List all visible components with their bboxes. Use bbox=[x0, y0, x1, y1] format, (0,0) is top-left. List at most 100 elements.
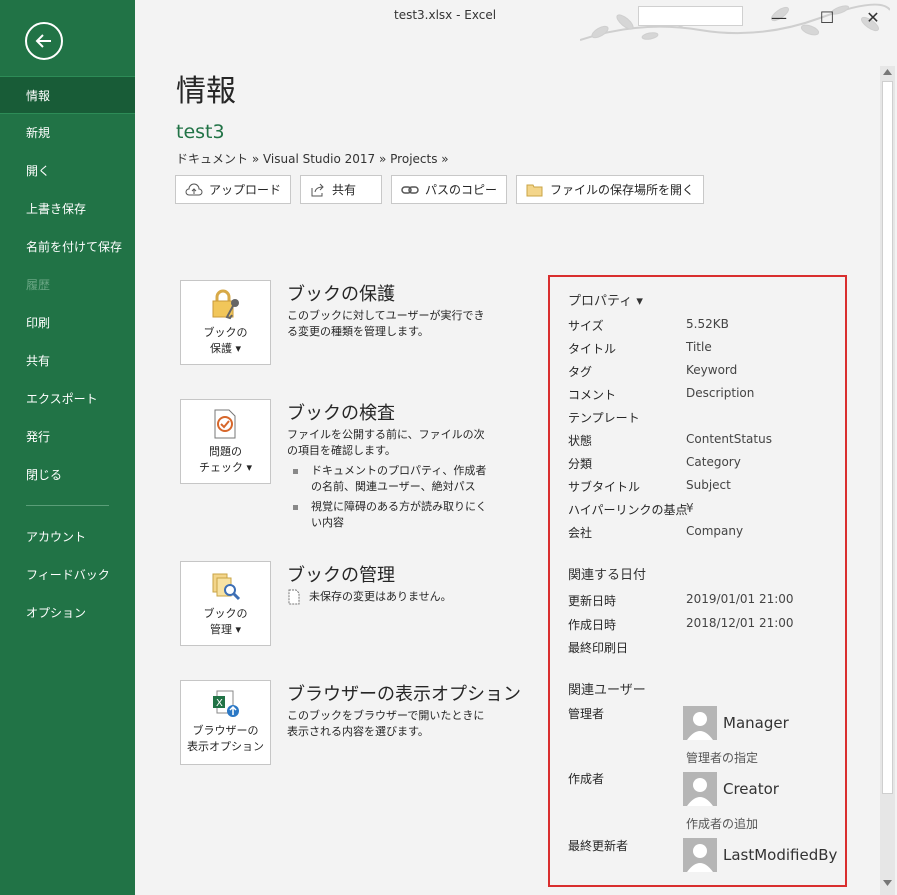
account-name-box[interactable] bbox=[638, 6, 743, 26]
nav-divider bbox=[26, 505, 109, 506]
author-name: Creator bbox=[723, 780, 779, 798]
inspect-button-line1: 問題の bbox=[209, 445, 242, 458]
properties-dropdown[interactable]: プロパティ ▾ bbox=[568, 290, 643, 309]
manage-title: ブックの管理 bbox=[287, 565, 395, 586]
property-value[interactable]: Title bbox=[686, 340, 712, 354]
link-icon bbox=[401, 185, 419, 194]
inspect-title: ブックの検査 bbox=[287, 403, 395, 424]
assign-manager-link[interactable]: 管理者の指定 bbox=[686, 749, 758, 766]
scroll-thumb[interactable] bbox=[882, 81, 893, 794]
nav-feedback[interactable]: フィードバック bbox=[0, 556, 135, 594]
manage-button-line2: 管理 ▾ bbox=[209, 623, 242, 636]
inspect-document-icon bbox=[214, 409, 235, 439]
minimize-button[interactable]: — bbox=[767, 6, 791, 28]
share-label: 共有 bbox=[332, 183, 357, 197]
backstage-sidebar: 情報 新規 開く 上書き保存 名前を付けて保存 履歴 印刷 共有 エクスポート … bbox=[0, 0, 135, 895]
nav-new[interactable]: 新規 bbox=[0, 114, 135, 152]
back-button[interactable] bbox=[25, 22, 63, 60]
lock-key-icon bbox=[212, 289, 239, 320]
properties-panel: プロパティ ▾ サイズ 5.52KB タイトル Title タグ Keyword… bbox=[548, 275, 847, 887]
title-bar: test3.xlsx - Excel — ☐ ✕ bbox=[135, 0, 897, 41]
page-title: 情報 bbox=[176, 74, 236, 109]
nav-print[interactable]: 印刷 bbox=[0, 304, 135, 342]
property-value[interactable]: Company bbox=[686, 524, 743, 538]
file-name: test3 bbox=[176, 121, 225, 143]
property-value: 5.52KB bbox=[686, 317, 729, 331]
document-status-icon bbox=[288, 589, 300, 605]
author-key: 作成者 bbox=[568, 772, 605, 786]
last-modified-user[interactable]: LastModifiedBy bbox=[683, 838, 837, 872]
nav-share[interactable]: 共有 bbox=[0, 342, 135, 380]
copy-path-button[interactable]: パスのコピー bbox=[391, 175, 508, 204]
person-icon bbox=[683, 772, 717, 806]
nav-account[interactable]: アカウント bbox=[0, 518, 135, 556]
nav-save[interactable]: 上書き保存 bbox=[0, 190, 135, 228]
upload-button[interactable]: アップロード bbox=[175, 175, 292, 204]
manager-avatar bbox=[683, 706, 717, 740]
related-people-header: 関連ユーザー bbox=[568, 683, 646, 698]
nav-export[interactable]: エクスポート bbox=[0, 380, 135, 418]
property-key: タイトル bbox=[568, 342, 617, 356]
copy-path-label: パスのコピー bbox=[425, 183, 498, 197]
nav-info[interactable]: 情報 bbox=[0, 76, 135, 114]
scroll-up-icon[interactable] bbox=[883, 69, 892, 75]
check-issues-button[interactable]: 問題の チェック ▾ bbox=[180, 399, 271, 484]
protect-workbook-button[interactable]: ブックの 保護 ▾ bbox=[180, 280, 271, 365]
scroll-down-icon[interactable] bbox=[883, 880, 892, 886]
property-key: コメント bbox=[568, 388, 617, 402]
add-author-link[interactable]: 作成者の追加 bbox=[686, 815, 758, 832]
nav-close[interactable]: 閉じる bbox=[0, 456, 135, 494]
property-value[interactable]: Description bbox=[686, 386, 754, 400]
inspect-bullet-properties: ドキュメントのプロパティ、作成者の名前、関連ユーザー、絶対パス bbox=[287, 463, 492, 495]
upload-label: アップロード bbox=[209, 183, 282, 197]
property-value[interactable]: ¥ bbox=[686, 501, 694, 515]
author-user[interactable]: Creator bbox=[683, 772, 779, 806]
breadcrumb: ドキュメント » Visual Studio 2017 » Projects » bbox=[176, 152, 449, 166]
window-title: test3.xlsx - Excel bbox=[394, 8, 497, 22]
inspect-desc-text: ファイルを公開する前に、ファイルの次の項目を確認します。 bbox=[287, 428, 485, 457]
backstage-nav: 情報 新規 開く 上書き保存 名前を付けて保存 履歴 印刷 共有 エクスポート … bbox=[0, 76, 135, 632]
date-key: 更新日時 bbox=[568, 594, 617, 608]
file-actions: アップロード 共有 パスのコピー ファイルの保存場所を開く bbox=[175, 175, 705, 204]
browser-title: ブラウザーの表示オプション bbox=[287, 684, 521, 705]
share-button[interactable]: 共有 bbox=[300, 175, 383, 204]
manager-user[interactable]: Manager bbox=[683, 706, 789, 740]
nav-options[interactable]: オプション bbox=[0, 594, 135, 632]
open-location-button[interactable]: ファイルの保存場所を開く bbox=[516, 175, 705, 204]
property-key: テンプレート bbox=[568, 411, 640, 425]
nav-history: 履歴 bbox=[26, 278, 51, 292]
protect-description: このブックに対してユーザーが実行できる変更の種類を管理します。 bbox=[287, 309, 485, 338]
browser-view-options-button[interactable]: X ブラウザーの 表示オプション bbox=[180, 680, 271, 765]
maximize-button[interactable]: ☐ bbox=[815, 6, 839, 28]
nav-publish[interactable]: 発行 bbox=[0, 418, 135, 456]
nav-open[interactable]: 開く bbox=[0, 152, 135, 190]
property-key: 会社 bbox=[568, 526, 593, 540]
related-dates-header: 関連する日付 bbox=[568, 568, 647, 583]
property-key: タグ bbox=[568, 365, 593, 379]
manage-button-line1: ブックの bbox=[203, 607, 248, 620]
protect-button-line1: ブックの bbox=[203, 326, 248, 339]
inspect-description: ファイルを公開する前に、ファイルの次の項目を確認します。 ドキュメントのプロパテ… bbox=[287, 427, 492, 531]
property-value[interactable]: Keyword bbox=[686, 363, 737, 377]
manage-documents-icon bbox=[212, 573, 240, 601]
date-value: 2019/01/01 21:00 bbox=[686, 592, 794, 606]
person-icon bbox=[683, 706, 717, 740]
author-avatar bbox=[683, 772, 717, 806]
nav-save-as[interactable]: 名前を付けて保存 bbox=[0, 228, 135, 266]
manage-workbook-button[interactable]: ブックの 管理 ▾ bbox=[180, 561, 271, 646]
close-button[interactable]: ✕ bbox=[861, 6, 885, 28]
manage-desc-text: 未保存の変更はありません。 bbox=[309, 590, 452, 603]
property-key: ハイパーリンクの基点 bbox=[568, 503, 688, 517]
inspect-button-line2: チェック ▾ bbox=[198, 461, 253, 474]
last-modified-key: 最終更新者 bbox=[568, 839, 629, 853]
svg-text:X: X bbox=[216, 698, 223, 709]
manager-name: Manager bbox=[723, 714, 789, 732]
inspect-bullet-accessibility: 視覚に障碍のある方が読み取りにくい内容 bbox=[287, 499, 492, 531]
property-value[interactable]: Category bbox=[686, 455, 741, 469]
last-modified-avatar bbox=[683, 838, 717, 872]
share-icon bbox=[311, 183, 324, 196]
date-key: 最終印刷日 bbox=[568, 641, 629, 655]
property-value[interactable]: Subject bbox=[686, 478, 731, 492]
vertical-scrollbar[interactable] bbox=[880, 66, 895, 895]
property-value[interactable]: ContentStatus bbox=[686, 432, 772, 446]
